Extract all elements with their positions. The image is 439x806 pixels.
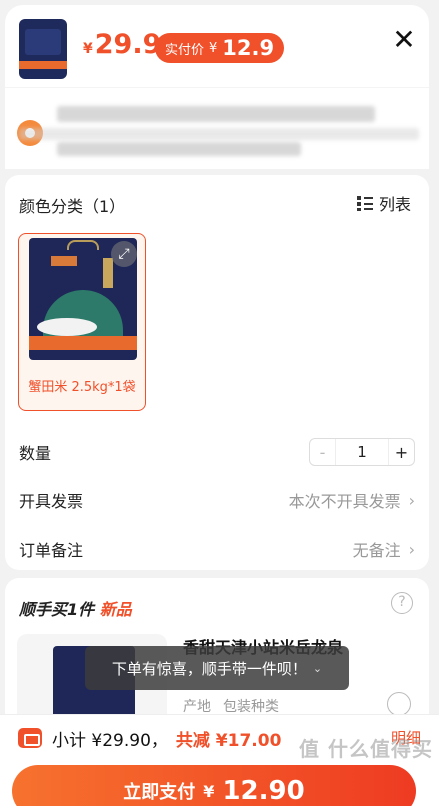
note-row[interactable]: 订单备注 无备注 › — [19, 534, 415, 564]
addon-title: 顺手买1件 新品 — [19, 596, 132, 620]
real-price-badge: 实付价 ¥ 12.9 — [155, 33, 285, 63]
invoice-row[interactable]: 开具发票 本次不开具发票 › — [19, 485, 415, 515]
list-view-icon — [356, 195, 373, 211]
coupon-icon — [18, 728, 42, 748]
addon-title-new: 新品 — [99, 600, 132, 619]
thumb-art — [25, 29, 61, 55]
subtotal-text: 小计 ¥29.90， — [52, 731, 168, 751]
addon-select-radio[interactable] — [387, 692, 411, 716]
address-section[interactable] — [5, 87, 429, 169]
invoice-value-group: 本次不开具发票 › — [289, 488, 415, 512]
chevron-down-icon: ⌄ — [312, 661, 323, 675]
bag-title-mark — [103, 258, 113, 288]
chevron-right-icon: › — [408, 539, 415, 559]
product-thumbnail[interactable] — [19, 19, 67, 79]
blurred-address-line — [19, 128, 419, 140]
invoice-label: 开具发票 — [19, 492, 84, 511]
spec-title: 颜色分类（1） — [19, 197, 126, 216]
sku-option[interactable]: ⤢ 蟹田米 2.5kg*1袋 — [18, 233, 146, 411]
spec-card: 颜色分类（1） 列表 ⤢ 蟹田米 2.5kg*1袋 数量 - 1 + 开具发票 … — [5, 175, 429, 570]
discount-text: 共减 ¥17.00 — [175, 731, 282, 751]
pay-label: 立即支付 — [123, 782, 196, 803]
help-icon[interactable]: ? — [391, 592, 413, 614]
pay-amount: 12.90 — [222, 776, 305, 806]
addon-title-prefix: 顺手买1件 — [19, 600, 95, 619]
blurred-address-line — [57, 106, 375, 122]
real-price-label: 实付价 — [165, 42, 205, 58]
note-value-group: 无备注 › — [353, 537, 415, 561]
blurred-address-line — [57, 142, 301, 156]
currency-symbol: ¥ — [83, 41, 93, 57]
quantity-stepper: - 1 + — [309, 438, 415, 466]
addon-tag: 产地 — [183, 699, 211, 715]
addon-tag: 包装种类 — [223, 699, 279, 715]
list-view-label: 列表 — [378, 195, 411, 214]
real-price-value: 12.9 — [222, 36, 275, 60]
close-icon[interactable]: ✕ — [391, 26, 417, 54]
list-view-button[interactable]: 列表 — [356, 191, 411, 215]
sku-label: 蟹田米 2.5kg*1袋 — [28, 380, 136, 395]
quantity-label: 数量 — [19, 444, 52, 463]
expand-icon[interactable]: ⤢ — [111, 241, 137, 267]
original-price: ¥ 29.9 — [83, 29, 161, 60]
note-value: 无备注 — [352, 541, 401, 560]
subtotal: 小计 ¥29.90， 共减 ¥17.00 — [52, 726, 281, 751]
real-price-currency: ¥ — [209, 40, 218, 56]
decrease-button[interactable]: - — [310, 439, 336, 465]
pay-now-button[interactable]: 立即支付 ¥ 12.90 — [12, 765, 416, 806]
price-value: 29.9 — [94, 29, 162, 60]
addon-tags: 产地 包装种类 — [183, 696, 279, 716]
quantity-value[interactable]: 1 — [336, 439, 388, 465]
increase-button[interactable]: + — [388, 439, 414, 465]
toast-text: 下单有惊喜，顺手带一件呗！ — [111, 659, 307, 678]
price-header: ¥ 29.9 实付价 ¥ 12.9 ✕ — [5, 5, 429, 87]
bag-rice — [37, 318, 97, 336]
bag-handle — [67, 240, 99, 250]
bag-brand-mark — [51, 256, 77, 266]
pay-currency: ¥ — [203, 781, 215, 801]
bag-band — [29, 336, 137, 350]
quantity-row: 数量 - 1 + — [19, 437, 415, 467]
thumb-band — [19, 61, 67, 69]
note-label: 订单备注 — [19, 541, 84, 560]
invoice-value: 本次不开具发票 — [288, 492, 401, 511]
toast-message: 下单有惊喜，顺手带一件呗！ ⌄ — [85, 646, 349, 690]
watermark-logo: 值 什么值得买 — [299, 737, 433, 761]
chevron-right-icon: › — [408, 490, 415, 510]
bottom-bar: 小计 ¥29.90， 共减 ¥17.00 明细 值 什么值得买 立即支付 ¥ 1… — [0, 714, 439, 806]
